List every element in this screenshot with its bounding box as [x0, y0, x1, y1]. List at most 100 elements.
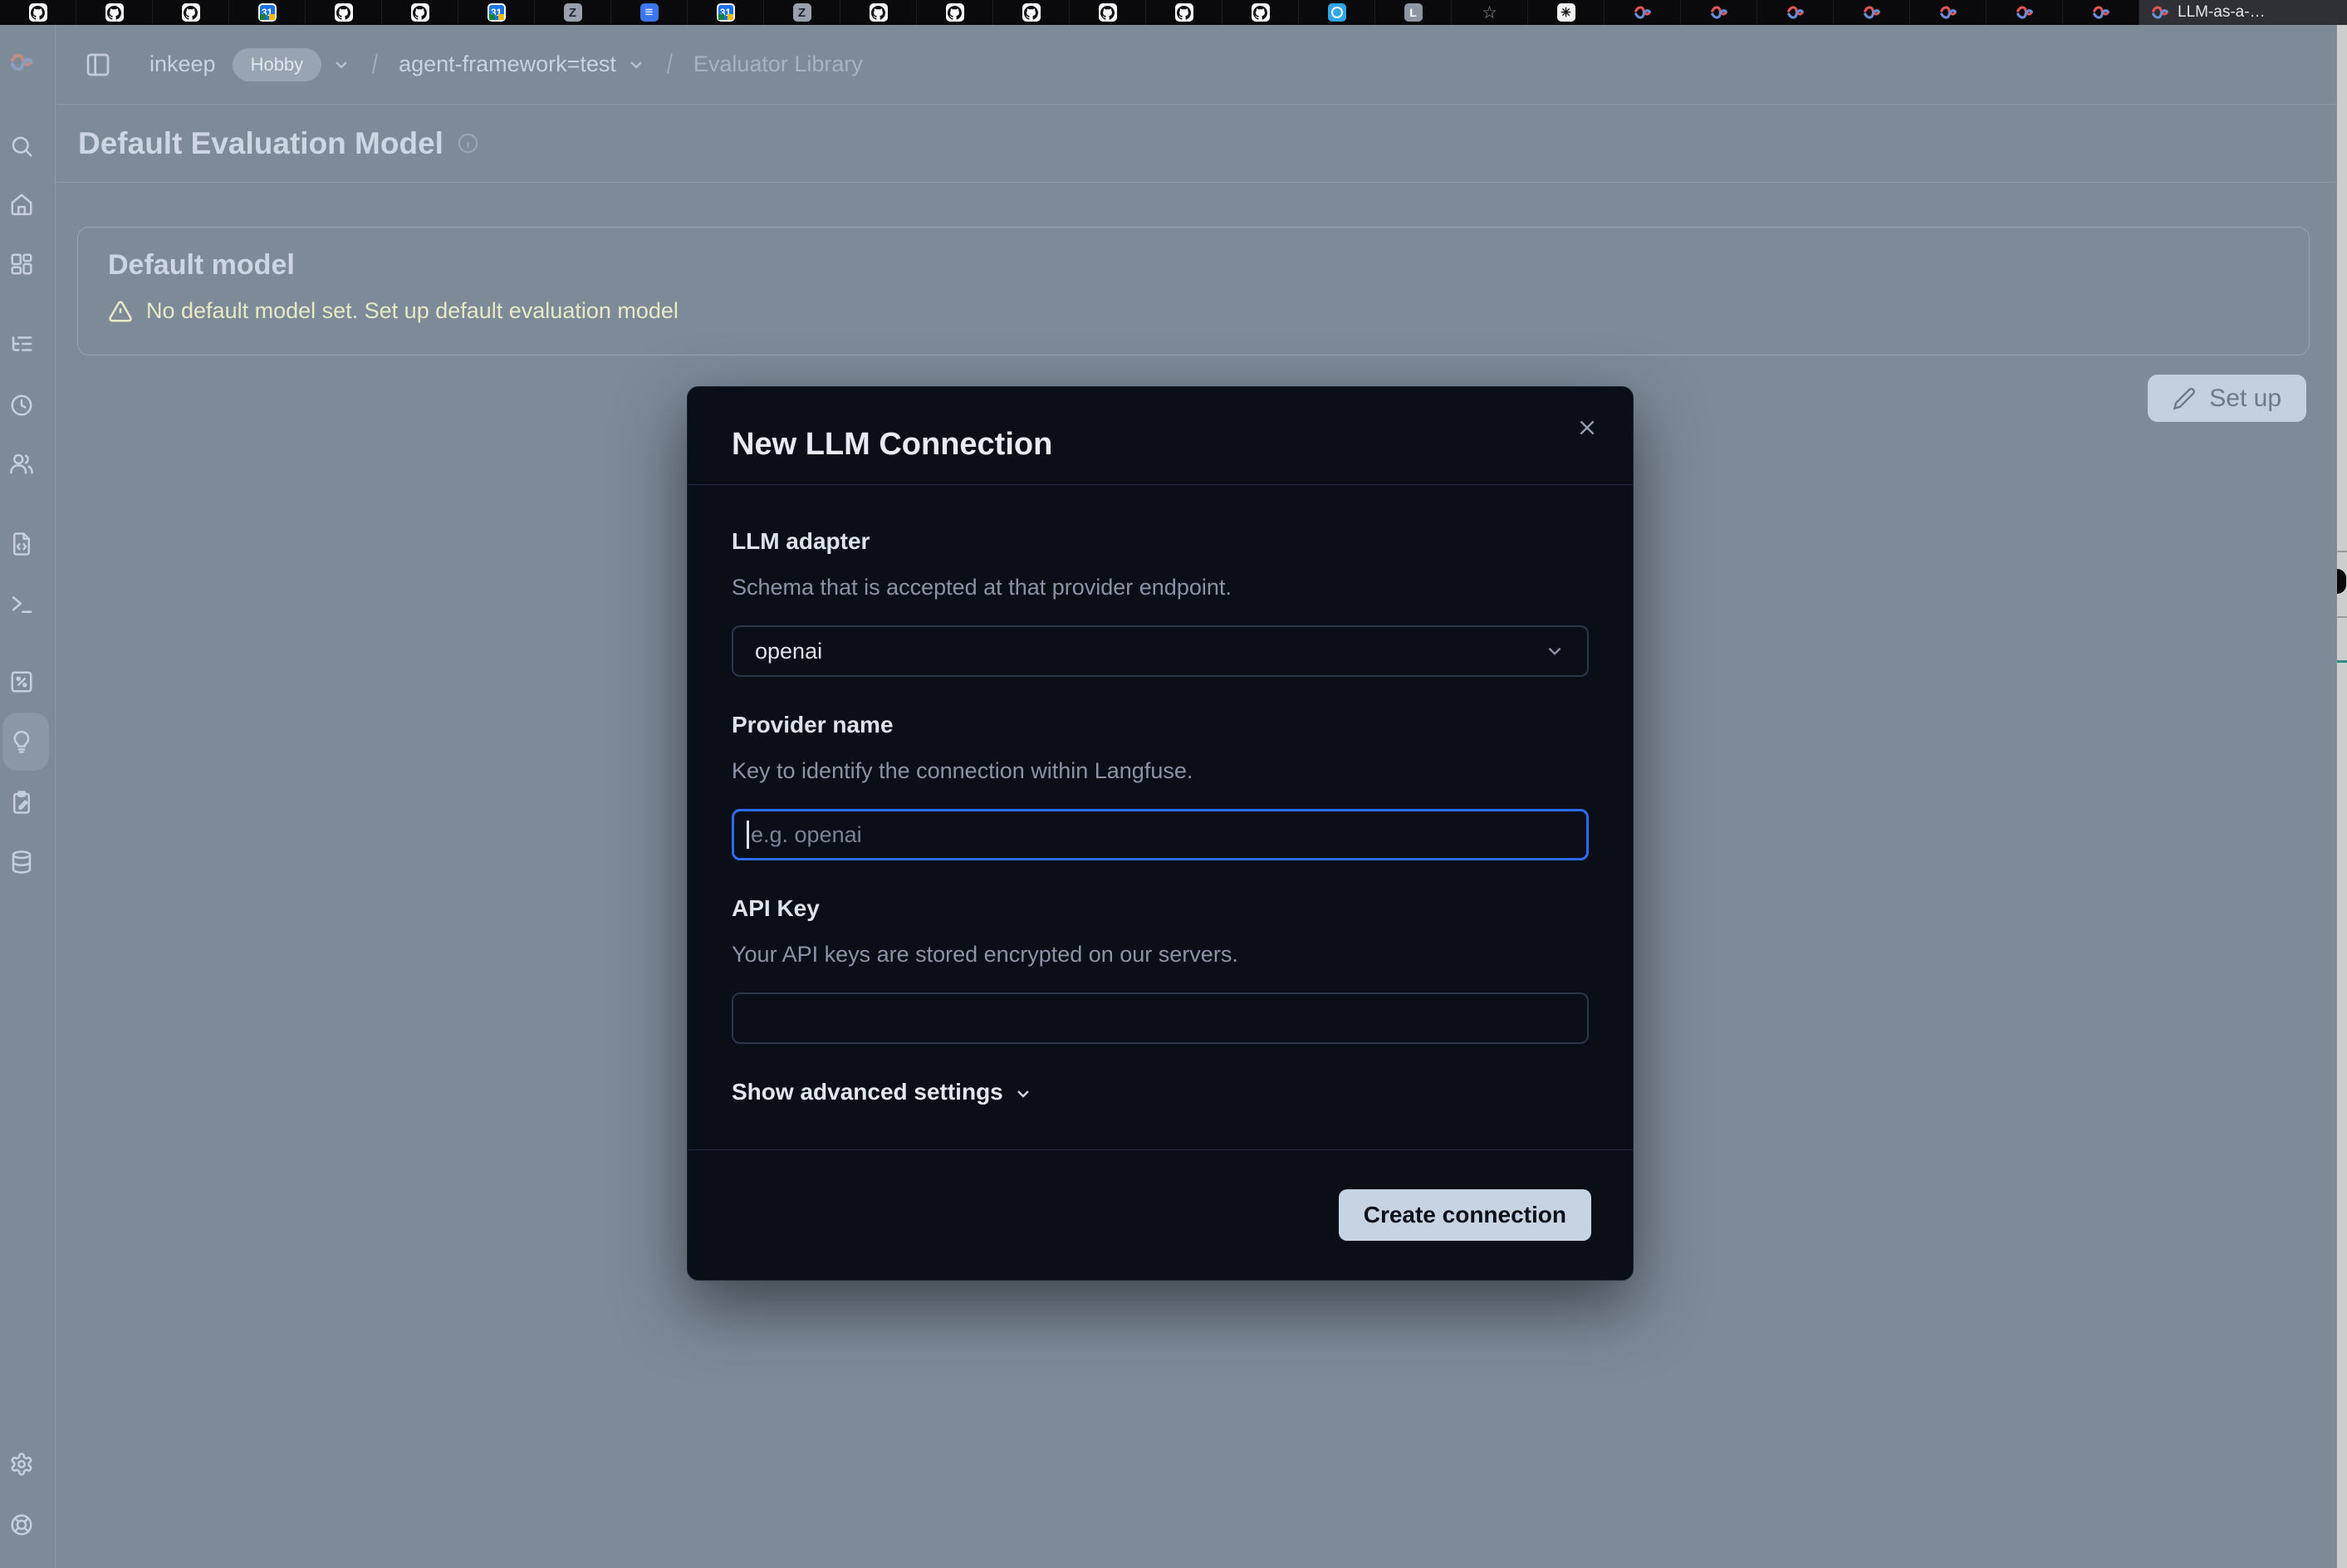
browser-tab-gcal[interactable]: 31 [458, 0, 535, 25]
github-favicon-icon [411, 3, 429, 22]
google-calendar-favicon-icon: 31 [258, 3, 277, 22]
api-key-input[interactable] [732, 992, 1589, 1044]
browser-tab-github[interactable] [382, 0, 458, 25]
sidebar-item-evaluation[interactable] [7, 727, 37, 757]
browser-tab-langfuse[interactable] [1757, 0, 1834, 25]
github-favicon-icon [1022, 3, 1041, 22]
browser-tab-github[interactable] [0, 0, 76, 25]
breadcrumb-org[interactable]: inkeep [149, 51, 216, 77]
github-favicon-icon [29, 3, 47, 22]
google-calendar-favicon-icon: 31 [717, 3, 735, 22]
browser-tab-github[interactable] [1146, 0, 1222, 25]
life-buoy-icon [9, 1512, 34, 1537]
sidebar-item-settings[interactable] [7, 1449, 37, 1479]
sidebar-item-scores[interactable] [7, 667, 37, 697]
browser-tab-github[interactable] [1070, 0, 1146, 25]
browser-tab-langfuse[interactable] [1681, 0, 1757, 25]
browser-tab-star[interactable]: ☆ [1452, 0, 1528, 25]
llm-adapter-select[interactable]: openai [732, 625, 1589, 677]
browser-tab-gcal[interactable]: 31 [688, 0, 764, 25]
dialog-header: New LLM Connection [688, 387, 1633, 485]
langfuse-favicon-icon [1634, 3, 1652, 22]
active-tab-title: LLM-as-a-… [2178, 3, 2266, 22]
z-favicon-icon: Z [793, 3, 811, 22]
docs-favicon-icon: ≡ [640, 3, 659, 22]
browser-tab-z[interactable]: Z [535, 0, 611, 25]
breadcrumb-page: Evaluator Library [693, 51, 863, 77]
sidebar-item-support[interactable] [7, 1510, 37, 1540]
org-switcher-button[interactable] [331, 55, 351, 75]
create-connection-button[interactable]: Create connection [1339, 1189, 1591, 1241]
browser-tab-langfuse[interactable] [1834, 0, 1910, 25]
breadcrumb-separator: / [372, 49, 378, 80]
browser-tab-langfuse[interactable] [1987, 0, 2063, 25]
database-icon [9, 850, 34, 875]
breadcrumb: inkeep Hobby / agent-framework=test / Ev… [56, 25, 2336, 105]
sidebar-item-home[interactable] [7, 189, 37, 219]
browser-tab-chat[interactable] [1299, 0, 1375, 25]
browser-tab-github[interactable] [306, 0, 382, 25]
browser-tab-active[interactable]: LLM-as-a-… [2139, 0, 2347, 25]
page-header: Default Evaluation Model [56, 105, 2336, 183]
file-code-icon [9, 532, 34, 556]
project-switcher-button[interactable] [626, 55, 646, 75]
browser-tab-l[interactable]: L [1375, 0, 1452, 25]
browser-tab-langfuse[interactable] [1910, 0, 1987, 25]
sidebar-toggle-button[interactable] [83, 50, 113, 80]
langfuse-favicon-icon [2016, 3, 2034, 22]
default-model-card: Default model No default model set. Set … [77, 227, 2310, 355]
sidebar-item-datasets[interactable] [7, 847, 37, 877]
sidebar-item-annotation-queues[interactable] [7, 787, 37, 817]
terminal-icon [9, 592, 34, 617]
github-favicon-icon [1252, 3, 1270, 22]
api-key-label: API Key [732, 895, 1589, 922]
list-tree-icon [9, 331, 34, 356]
card-title: Default model [108, 249, 2279, 282]
edge-notch [2337, 569, 2346, 594]
users-icon [9, 451, 34, 476]
show-advanced-settings-toggle[interactable]: Show advanced settings [732, 1079, 1033, 1105]
langfuse-favicon-icon [2092, 3, 2110, 22]
warning-triangle-icon [108, 299, 133, 324]
sidebar-item-dashboards[interactable] [7, 249, 37, 279]
browser-tab-gcal[interactable]: 31 [229, 0, 306, 25]
github-favicon-icon [1099, 3, 1117, 22]
sidebar-item-playground[interactable] [7, 590, 37, 620]
browser-tab-github[interactable] [153, 0, 229, 25]
browser-tab-github[interactable] [1222, 0, 1299, 25]
info-icon[interactable] [457, 132, 479, 154]
set-up-button[interactable]: Set up [2148, 375, 2306, 422]
pencil-icon [2173, 387, 2196, 410]
sidebar-item-users[interactable] [7, 448, 37, 478]
dialog-footer: Create connection [688, 1149, 1633, 1280]
browser-tab-openai[interactable]: ✳ [1528, 0, 1605, 25]
provider-name-label: Provider name [732, 712, 1589, 738]
browser-tab-github[interactable] [993, 0, 1070, 25]
sidebar-item-tracing[interactable] [7, 329, 37, 359]
browser-tab-github[interactable] [840, 0, 917, 25]
breadcrumb-separator: / [667, 49, 673, 80]
provider-name-placeholder: e.g. openai [751, 822, 862, 848]
sidebar-item-prompts[interactable] [7, 529, 37, 559]
square-percent-icon [9, 669, 34, 694]
provider-name-input[interactable]: e.g. openai [732, 809, 1589, 860]
sidebar-item-sessions[interactable] [7, 390, 37, 420]
browser-tab-langfuse[interactable] [1605, 0, 1681, 25]
github-favicon-icon [182, 3, 200, 22]
github-favicon-icon [946, 3, 964, 22]
browser-tab-z[interactable]: Z [764, 0, 840, 25]
browser-tab-github[interactable] [76, 0, 153, 25]
breadcrumb-project[interactable]: agent-framework=test [399, 51, 616, 77]
star-favicon-icon: ☆ [1481, 3, 1499, 22]
langfuse-logo-icon [9, 50, 34, 75]
browser-tab-langfuse[interactable] [2063, 0, 2139, 25]
chevron-down-icon [626, 55, 646, 75]
browser-tab-github[interactable] [917, 0, 993, 25]
sidebar-item-search[interactable] [7, 131, 37, 161]
gear-icon [9, 1452, 34, 1477]
browser-tab-docs[interactable]: ≡ [611, 0, 688, 25]
warning-text: No default model set. Set up default eva… [146, 298, 679, 324]
langfuse-favicon-icon [1786, 3, 1805, 22]
dialog-close-button[interactable] [1573, 414, 1601, 442]
llm-adapter-label: LLM adapter [732, 528, 1589, 555]
